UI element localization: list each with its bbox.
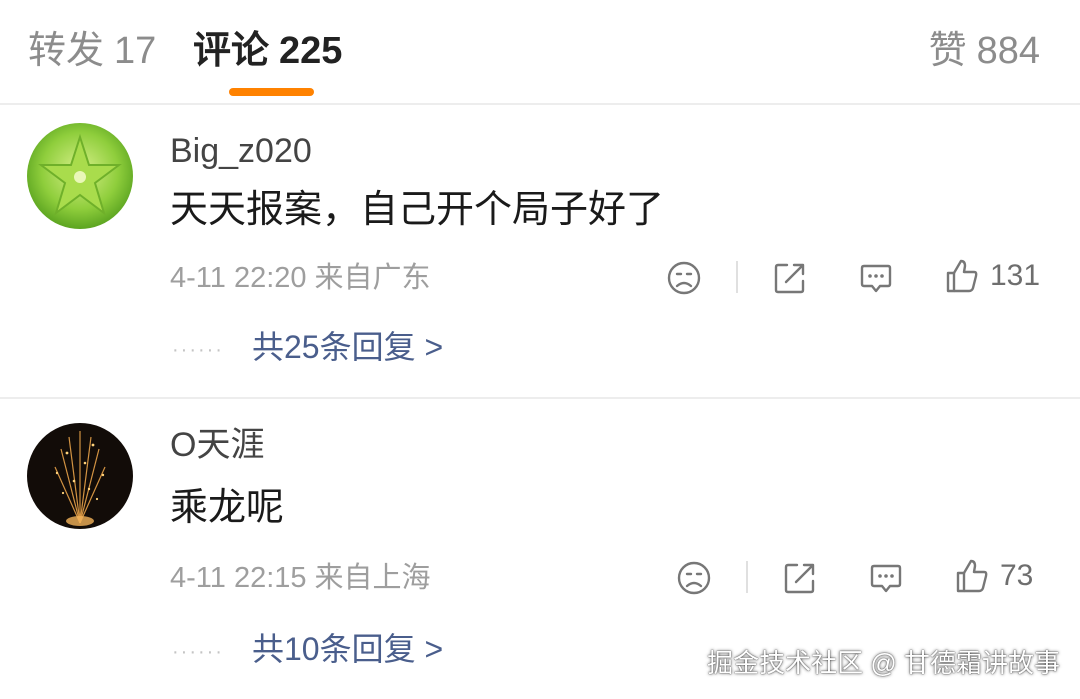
view-replies-link[interactable]: ······ 共25条回复 > — [172, 327, 443, 370]
tab-likes[interactable]: 赞 884 — [929, 28, 1040, 74]
comment-location: 来自广东 — [314, 262, 431, 294]
thumbs-up-icon — [956, 559, 988, 593]
action-separator — [746, 561, 748, 593]
share-button[interactable] — [772, 260, 808, 296]
comment-item: Big_z020 天天报案，自己开个局子好了 4-11 22:20 来自广东 13… — [0, 105, 1080, 397]
avatar[interactable] — [27, 423, 133, 529]
dislike-button[interactable] — [666, 260, 702, 296]
firework-image — [27, 423, 133, 529]
tab-comments[interactable]: 评论 225 — [193, 28, 342, 74]
tab-comments-label: 评论 — [193, 30, 270, 72]
like-count: 73 — [1000, 559, 1034, 592]
sad-face-icon — [667, 261, 701, 295]
tab-likes-label: 赞 — [928, 30, 967, 72]
tab-repost[interactable]: 转发 17 — [28, 28, 156, 74]
comment-icon — [860, 264, 892, 293]
username[interactable]: O天涯 — [170, 425, 264, 465]
action-separator — [736, 261, 738, 293]
tab-repost-label: 转发 — [28, 30, 105, 72]
share-icon — [774, 263, 805, 294]
replies-dots: ······ — [172, 640, 224, 663]
tab-comments-count: 225 — [279, 30, 343, 72]
username[interactable]: Big_z020 — [170, 131, 312, 171]
comment-time: 4-11 22:15 — [170, 562, 307, 594]
reply-button[interactable] — [858, 260, 894, 296]
share-button[interactable] — [782, 560, 818, 596]
share-icon — [784, 563, 815, 594]
active-tab-indicator — [229, 88, 314, 96]
reply-button[interactable] — [868, 560, 904, 596]
comment-text: 乘龙呢 — [170, 487, 285, 529]
comment-meta: 4-11 22:20 来自广东 — [170, 260, 431, 296]
dislike-button[interactable] — [676, 560, 712, 596]
thumbs-up-icon — [946, 259, 978, 293]
comment-time: 4-11 22:20 — [170, 262, 307, 294]
comment-icon — [870, 564, 902, 593]
comment-text: 天天报案，自己开个局子好了 — [170, 189, 665, 231]
sad-face-icon — [677, 561, 711, 595]
star-fruit-image — [27, 123, 133, 229]
comment-tabs: 转发 17 评论 225 赞 884 — [0, 0, 1080, 105]
replies-label: 共25条回复 > — [251, 329, 444, 365]
view-replies-link[interactable]: ······ 共10条回复 > — [172, 629, 443, 672]
like-button[interactable]: 131 — [944, 257, 1040, 295]
avatar[interactable] — [27, 123, 133, 229]
tab-repost-count: 17 — [114, 30, 157, 72]
comment-location: 来自上海 — [314, 562, 431, 594]
like-button[interactable]: 73 — [954, 557, 1033, 595]
comment-meta: 4-11 22:15 来自上海 — [170, 560, 431, 596]
like-count: 131 — [990, 259, 1041, 292]
replies-dots: ······ — [172, 338, 224, 361]
watermark: 掘金技术社区 @ 甘德霜讲故事 — [707, 648, 1060, 678]
replies-label: 共10条回复 > — [251, 631, 444, 667]
tab-likes-count: 884 — [976, 30, 1040, 72]
